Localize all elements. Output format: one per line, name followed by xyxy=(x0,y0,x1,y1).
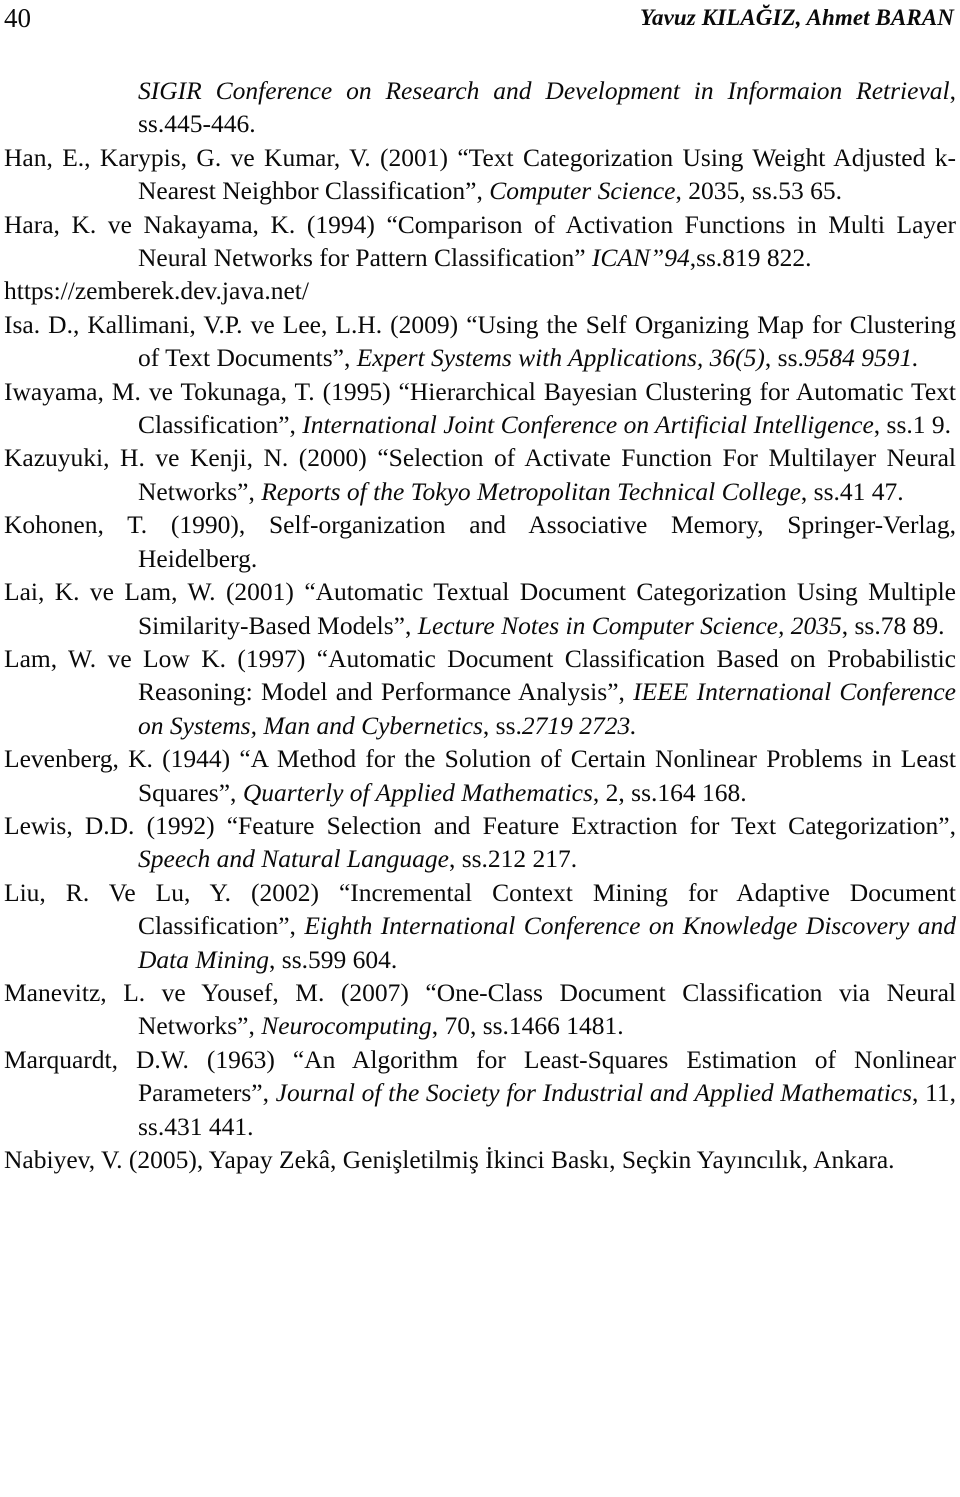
running-header: 40 Yavuz KILAĞIZ, Ahmet BARAN xyxy=(0,2,960,36)
reference-roman-run: , ss. xyxy=(764,343,804,373)
reference-entry: https://zemberek.dev.java.net/ xyxy=(4,274,956,307)
reference-entry: SIGIR Conference on Research and Develop… xyxy=(4,74,956,141)
reference-italic-run: Reports of the Tokyo Metropolitan Techni… xyxy=(261,476,801,506)
reference-roman-run: Nabiyev, V. (2005), Yapay Zekâ, Genişlet… xyxy=(4,1145,895,1174)
reference-roman-run: Lewis, D.D. (1992) “Feature Selection an… xyxy=(4,810,956,840)
reference-roman-run: , 2035, ss.53 65. xyxy=(675,176,842,206)
reference-roman-run: , ss.41 47. xyxy=(800,476,904,506)
reference-entry: Isa. D., Kallimani, V.P. ve Lee, L.H. (2… xyxy=(4,308,956,375)
reference-italic-run: Lecture Notes in Computer Science, 2035 xyxy=(417,610,842,640)
reference-entry: Lam, W. ve Low K. (1997) “Automatic Docu… xyxy=(4,642,956,742)
reference-italic-run: ICAN”94 xyxy=(591,243,690,273)
reference-entry: Lai, K. ve Lam, W. (2001) “Automatic Tex… xyxy=(4,575,956,642)
document-page: 40 Yavuz KILAĞIZ, Ahmet BARAN SIGIR Conf… xyxy=(0,0,960,1497)
reference-italic-run: 2719 2723. xyxy=(521,710,637,740)
reference-entry: Han, E., Karypis, G. ve Kumar, V. (2001)… xyxy=(4,141,956,208)
page-number: 40 xyxy=(4,3,31,33)
reference-roman-run: , ss.599 604. xyxy=(269,944,398,974)
running-header-authors: Yavuz KILAĞIZ, Ahmet BARAN xyxy=(639,5,954,30)
reference-italic-run: Speech and Natural Language xyxy=(138,844,449,874)
reference-roman-run: , 2, ss.164 168. xyxy=(592,777,747,807)
reference-entry: Manevitz, L. ve Yousef, M. (2007) “One-C… xyxy=(4,976,956,1043)
reference-entry: Lewis, D.D. (1992) “Feature Selection an… xyxy=(4,809,956,876)
reference-entry: Kohonen, T. (1990), Self-organization an… xyxy=(4,508,956,575)
reference-italic-run: Quarterly of Applied Mathematics xyxy=(242,777,593,807)
reference-entry: Kazuyuki, H. ve Kenji, N. (2000) “Select… xyxy=(4,441,956,508)
reference-entry: Levenberg, K. (1944) “A Method for the S… xyxy=(4,742,956,809)
reference-entry: Liu, R. Ve Lu, Y. (2002) “Incremental Co… xyxy=(4,876,956,976)
reference-entry: Marquardt, D.W. (1963) “An Algorithm for… xyxy=(4,1043,956,1143)
reference-italic-run: Journal of the Society for Industrial an… xyxy=(275,1078,913,1108)
reference-italic-run: SIGIR Conference on Research and Develop… xyxy=(138,76,950,105)
reference-roman-run: , ss.1 9. xyxy=(873,410,952,440)
reference-italic-run: Expert Systems with Applications, 36(5) xyxy=(356,343,765,373)
reference-roman-run: , ss.212 217. xyxy=(448,844,578,874)
reference-italic-run: Neurocomputing xyxy=(261,1011,432,1041)
reference-entry: Iwayama, M. ve Tokunaga, T. (1995) “Hier… xyxy=(4,375,956,442)
reference-roman-run: https://zemberek.dev.java.net/ xyxy=(4,276,309,306)
reference-roman-run: ,ss.819 822. xyxy=(689,243,812,273)
reference-italic-run: 9584 9591. xyxy=(803,343,919,373)
reference-roman-run: Hara, K. ve Nakayama, K. (1994) “Compari… xyxy=(4,209,956,273)
reference-roman-run: , ss. xyxy=(482,710,522,740)
reference-entry: Nabiyev, V. (2005), Yapay Zekâ, Genişlet… xyxy=(4,1143,956,1176)
reference-list: SIGIR Conference on Research and Develop… xyxy=(4,74,956,1176)
reference-italic-run: Computer Science xyxy=(489,176,676,206)
reference-entry: Hara, K. ve Nakayama, K. (1994) “Compari… xyxy=(4,208,956,275)
reference-italic-run: International Joint Conference on Artifi… xyxy=(302,410,874,440)
reference-roman-run: , ss.78 89. xyxy=(841,610,945,640)
reference-roman-run: , 70, ss.1466 1481. xyxy=(431,1011,624,1041)
reference-roman-run: Kohonen, T. (1990), Self-organization an… xyxy=(4,510,956,573)
